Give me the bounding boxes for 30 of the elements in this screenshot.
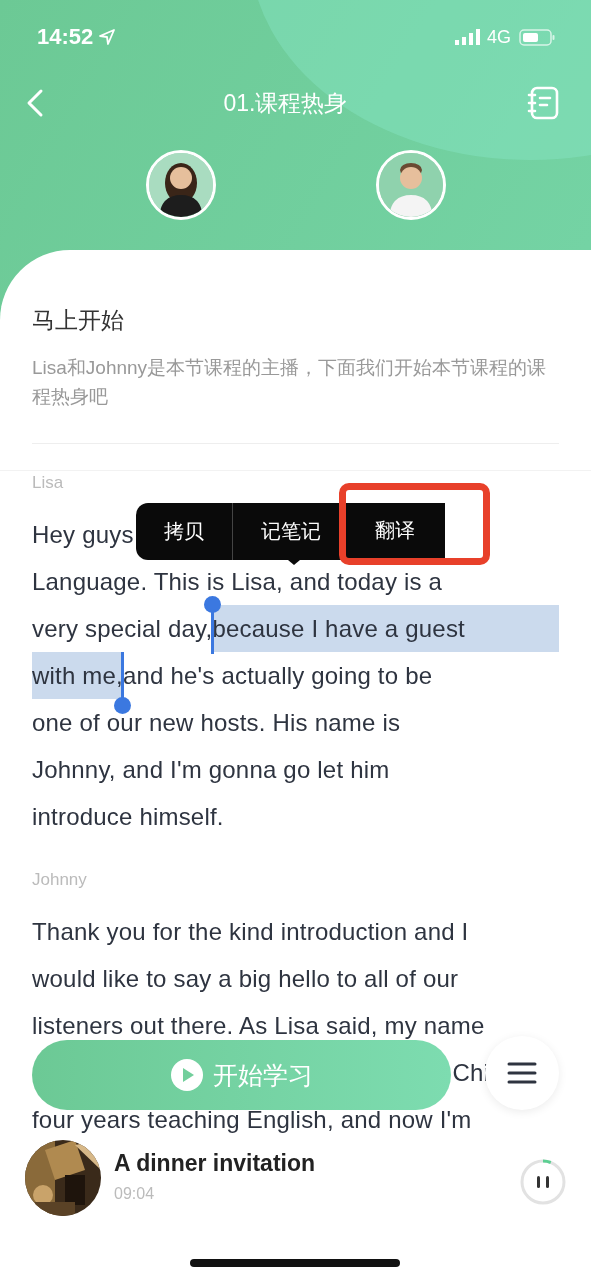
transcript-text: very special day, [32,613,213,644]
transcript-text: one of our new hosts. His name is [32,707,401,738]
transcript-text: would like to say a big hello to all of our [32,963,459,994]
transcript-text: introduce himself. [32,801,224,832]
network-label: 4G [487,26,511,48]
menu-item[interactable]: 翻译 [339,483,490,565]
speaker-name: Lisa [32,472,65,494]
transcript-text: Johnny, and I'm gonna go let him [32,754,390,785]
section-description: Lisa和Johnny是本节课程的主播，下面我们开始本节课程的课程热身吧 [32,353,559,444]
selected-text: with me, [32,652,123,699]
clock-time: 14:52 [37,24,94,50]
section-title: 马上开始 [32,306,125,335]
pause-button[interactable] [519,1158,567,1206]
transcript-text: listeners out there. As Lisa said, my name [32,1010,485,1041]
transcript-text: Thank you for the kind introduction and I [32,916,469,947]
track-title: A dinner invitation [114,1150,316,1177]
transcript-text: Language. This is Lisa, and today is a [32,566,443,597]
pause-icon [537,1176,549,1188]
location-arrow-icon [99,29,116,45]
speaker-name: Johnny [32,869,88,891]
menu-icon [507,1061,537,1085]
selected-text: because I have a guest [212,605,559,652]
menu-item[interactable]: 拷贝 [136,503,232,560]
track-time: 09:04 [114,1185,156,1203]
signal-icon [455,29,481,45]
battery-icon [519,28,555,46]
transcript-text: and he's actually going to be [122,660,433,691]
play-icon [170,1059,203,1091]
lesson-title: 01.课程热身 [222,88,349,118]
transcript-text: Hey guys [32,519,134,550]
